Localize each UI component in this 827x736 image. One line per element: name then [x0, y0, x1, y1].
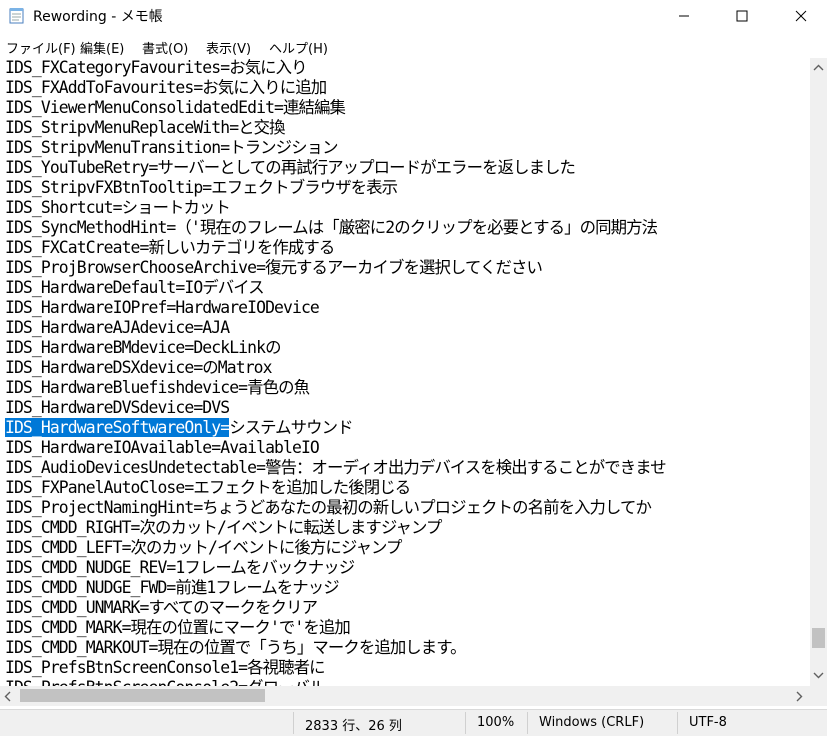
scroll-left-icon[interactable]: [4, 691, 11, 702]
text-line[interactable]: IDS_HardwareAJAdevice=AJA: [5, 318, 230, 338]
scroll-up-icon[interactable]: [813, 64, 824, 71]
text-line[interactable]: IDS_HardwareDefault=IOデバイス: [5, 278, 265, 298]
text-line[interactable]: IDS_CMDD_RIGHT=次のカット/イベントに転送しますジャンプ: [5, 518, 442, 538]
text-line[interactable]: IDS_HardwareBluefishdevice=青色の魚: [5, 378, 310, 398]
text-line[interactable]: IDS_ProjBrowserChooseArchive=復元するアーカイブを選…: [5, 258, 543, 278]
text-line[interactable]: IDS_PrefsBtnScreenConsole2=グローバル: [5, 678, 325, 686]
text-line[interactable]: IDS_HardwareDVSdevice=DVS: [5, 398, 230, 418]
menu-bar: ファイル(F) 編集(E) 書式(O) 表示(V) ヘルプ(H): [0, 35, 827, 57]
text-line[interactable]: IDS_CMDD_MARKOUT=現在の位置で「うち」マークを追加します。: [5, 638, 467, 658]
maximize-icon: [736, 10, 748, 22]
menu-edit[interactable]: 編集(E): [80, 38, 124, 57]
text-line[interactable]: IDS_ViewerMenuConsolidatedEdit=連結編集: [5, 98, 346, 118]
text-line[interactable]: IDS_HardwareIOPref=HardwareIODevice: [5, 298, 320, 318]
menu-file[interactable]: ファイル(F): [6, 38, 76, 57]
horizontal-scroll-thumb[interactable]: [20, 689, 265, 702]
text-line[interactable]: IDS_CMDD_NUDGE_REV=1フレームをバックナッジ: [5, 558, 355, 578]
status-divider: [293, 712, 294, 734]
close-button[interactable]: [778, 0, 824, 32]
text-line[interactable]: IDS_FXAddToFavourites=お気に入りに追加: [5, 78, 327, 98]
vertical-scroll-thumb[interactable]: [812, 628, 825, 648]
close-icon: [795, 10, 807, 22]
text-line[interactable]: IDS_PrefsBtnScreenConsole1=各視聴者に: [5, 658, 325, 678]
menu-format[interactable]: 書式(O): [142, 38, 188, 57]
vertical-scrollbar[interactable]: [810, 58, 827, 686]
text-line[interactable]: IDS_YouTubeRetry=サーバーとしての再試行アップロードがエラーを返…: [5, 158, 576, 178]
menu-view[interactable]: 表示(V): [206, 38, 251, 57]
zoom-level: 100%: [477, 715, 515, 730]
title-bar[interactable]: Rewording - メモ帳: [0, 0, 827, 32]
scrollbar-corner: [810, 686, 827, 706]
window-title: Rewording - メモ帳: [33, 9, 163, 25]
scroll-right-icon[interactable]: [796, 691, 803, 702]
text-line[interactable]: IDS_FXCategoryFavourites=お気に入り: [5, 58, 308, 78]
status-bar: 2833 行、26 列 100% Windows (CRLF) UTF-8: [0, 709, 827, 736]
text-line[interactable]: IDS_CMDD_LEFT=次のカット/イベントに後方にジャンプ: [5, 538, 402, 558]
status-divider: [465, 712, 466, 734]
text-line[interactable]: IDS_StripvFXBtnTooltip=エフェクトブラウザを表示: [5, 178, 398, 198]
scroll-down-icon[interactable]: [813, 672, 824, 679]
text-line[interactable]: IDS_HardwareSoftwareOnly=システムサウンド: [5, 418, 354, 438]
text-editor[interactable]: IDS_FXCategoryFavourites=お気に入り IDS_FXAddT…: [0, 58, 810, 686]
status-divider: [677, 712, 678, 734]
text-line[interactable]: IDS_HardwareIOAvailable=AvailableIO: [5, 438, 320, 458]
menu-help[interactable]: ヘルプ(H): [269, 38, 328, 57]
text-line[interactable]: IDS_CMDD_MARK=現在の位置にマーク'で'を追加: [5, 618, 351, 638]
text-line[interactable]: IDS_StripvMenuReplaceWith=と交換: [5, 118, 286, 138]
unselected-text[interactable]: システムサウンド: [229, 418, 353, 437]
text-line[interactable]: IDS_StripvMenuTransition=トランジション: [5, 138, 339, 158]
text-line[interactable]: IDS_ProjectNamingHint=ちょうどあなたの最初の新しいプロジェ…: [5, 498, 652, 518]
text-line[interactable]: IDS_CMDD_UNMARK=すべてのマークをクリア: [5, 598, 318, 618]
status-divider: [527, 712, 528, 734]
minimize-icon: [679, 15, 689, 17]
text-line[interactable]: IDS_FXPanelAutoClose=エフェクトを追加した後閉じる: [5, 478, 411, 498]
cursor-position: 2833 行、26 列: [305, 719, 402, 734]
encoding: UTF-8: [689, 715, 727, 730]
text-line[interactable]: IDS_HardwareBMdevice=DeckLinkの: [5, 338, 281, 358]
text-line[interactable]: IDS_AudioDevicesUndetectable=警告：オーディオ出力デ…: [5, 458, 667, 478]
selected-text[interactable]: IDS_HardwareSoftwareOnly=: [5, 418, 230, 437]
line-ending: Windows (CRLF): [539, 715, 645, 730]
text-line[interactable]: IDS_CMDD_NUDGE_FWD=前進1フレームをナッジ: [5, 578, 340, 598]
horizontal-scrollbar[interactable]: [0, 686, 810, 706]
text-line[interactable]: IDS_FXCatCreate=新しいカテゴリを作成する: [5, 238, 335, 258]
text-line[interactable]: IDS_SyncMethodHint=（'現在のフレームは「厳密に2のクリップを…: [5, 218, 658, 238]
notepad-icon: [9, 8, 24, 24]
maximize-button[interactable]: [719, 0, 765, 32]
text-line[interactable]: IDS_Shortcut=ショートカット: [5, 198, 231, 218]
text-line[interactable]: IDS_HardwareDSXdevice=のMatrox: [5, 358, 273, 378]
minimize-button[interactable]: [661, 0, 707, 32]
